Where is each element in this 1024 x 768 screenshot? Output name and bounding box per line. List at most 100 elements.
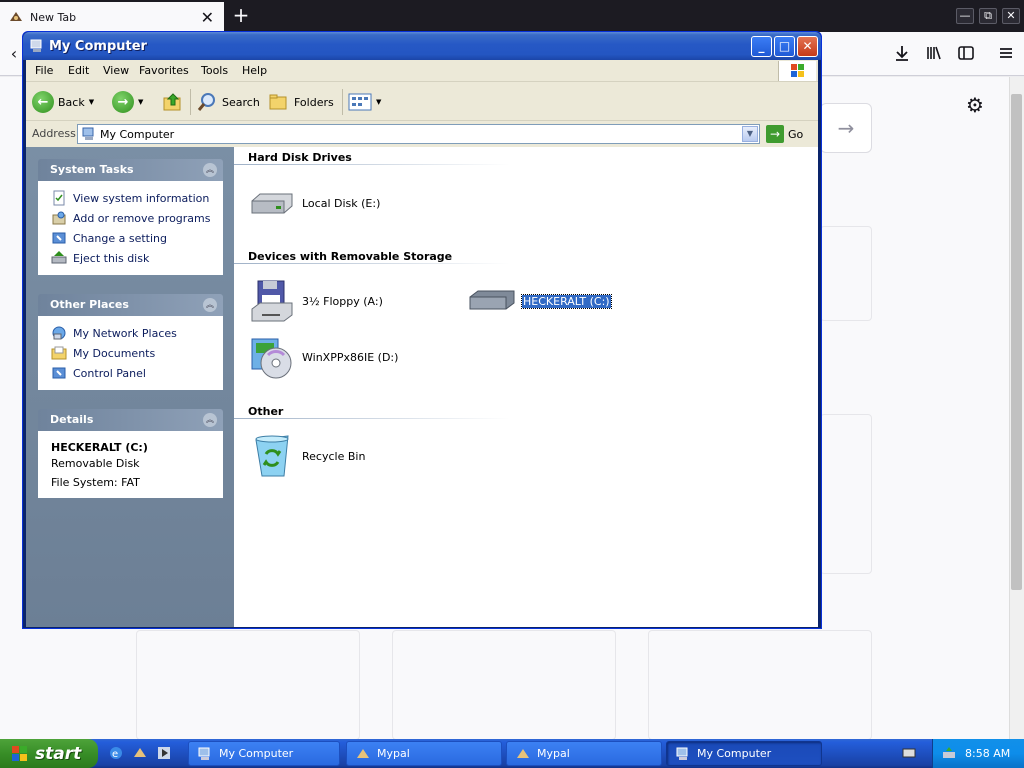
menu-file[interactable]: File bbox=[35, 64, 53, 77]
address-label: Address bbox=[32, 127, 76, 140]
task-link-add-remove-programs[interactable]: Add or remove programs bbox=[51, 208, 222, 228]
collapse-chevron-icon[interactable]: ︽ bbox=[203, 163, 217, 177]
safely-remove-hardware-icon[interactable] bbox=[941, 746, 957, 762]
window-maximize-button[interactable]: □ bbox=[774, 36, 795, 57]
system-tasks-body: View system information Add or remove pr… bbox=[38, 181, 223, 275]
drive-cdrom-d[interactable]: WinXPPx86IE (D:) bbox=[248, 333, 398, 381]
search-label: Search bbox=[222, 95, 260, 109]
back-button[interactable]: ← Back ▼ bbox=[32, 87, 94, 117]
start-button[interactable]: start bbox=[0, 739, 98, 768]
search-button[interactable]: Search bbox=[196, 87, 260, 117]
topsite-card[interactable] bbox=[136, 630, 360, 740]
window-minimize-button[interactable]: _ bbox=[751, 36, 772, 57]
mypal-favicon-icon bbox=[8, 9, 24, 25]
drive-label-selected: HECKERALT (C:) bbox=[521, 293, 612, 309]
views-icon bbox=[348, 93, 372, 111]
forward-dropdown-icon[interactable]: ▼ bbox=[138, 98, 143, 106]
folders-button[interactable]: Folders bbox=[268, 87, 334, 117]
section-other: Other bbox=[248, 405, 284, 418]
internet-explorer-icon[interactable]: e bbox=[108, 745, 124, 761]
details-header[interactable]: Details ︽ bbox=[38, 409, 223, 431]
topsite-card[interactable] bbox=[392, 630, 616, 740]
mypal-icon[interactable] bbox=[132, 745, 148, 761]
window-close-button[interactable]: ✕ bbox=[797, 36, 818, 57]
forward-arrow-icon: → bbox=[112, 91, 134, 113]
hamburger-menu-icon[interactable] bbox=[996, 44, 1016, 64]
download-icon[interactable] bbox=[892, 44, 912, 64]
browser-minimize-button[interactable]: — bbox=[956, 8, 974, 24]
up-folder-button[interactable] bbox=[162, 87, 184, 117]
task-link-view-system-info[interactable]: View system information bbox=[51, 188, 222, 208]
taskbar: start e My Computer Mypal Mypal My Compu… bbox=[0, 739, 1024, 768]
back-dropdown-icon[interactable]: ▼ bbox=[89, 98, 94, 106]
drive-heckeralt-c[interactable]: HECKERALT (C:) bbox=[468, 277, 612, 325]
browser-tab[interactable]: New Tab ✕ bbox=[0, 2, 224, 32]
section-divider bbox=[234, 164, 510, 165]
browser-scroll-thumb[interactable] bbox=[1011, 94, 1022, 590]
place-link-network-places[interactable]: My Network Places bbox=[51, 323, 222, 343]
folders-icon bbox=[269, 94, 287, 110]
topsite-card[interactable] bbox=[820, 414, 872, 574]
topsite-card[interactable] bbox=[820, 226, 872, 321]
toolbar-separator bbox=[342, 89, 343, 115]
browser-back-icon[interactable]: ‹ bbox=[4, 44, 24, 64]
menu-help[interactable]: Help bbox=[242, 64, 267, 77]
my-computer-icon bbox=[675, 746, 691, 762]
drive-label: 3½ Floppy (A:) bbox=[302, 294, 383, 308]
taskbar-button-mypal[interactable]: Mypal bbox=[506, 741, 662, 766]
collapse-chevron-icon[interactable]: ︽ bbox=[203, 413, 217, 427]
mypal-icon bbox=[355, 746, 371, 762]
taskbar-button-mypal[interactable]: Mypal bbox=[346, 741, 502, 766]
task-link-label: Add or remove programs bbox=[73, 211, 211, 225]
system-tasks-header[interactable]: System Tasks ︽ bbox=[38, 159, 223, 181]
go-button[interactable]: → Go bbox=[766, 124, 803, 144]
address-field[interactable]: My Computer ▼ bbox=[77, 124, 760, 144]
taskbar-button-my-computer[interactable]: My Computer bbox=[188, 741, 340, 766]
menu-tools[interactable]: Tools bbox=[201, 64, 228, 77]
recycle-bin[interactable]: Recycle Bin bbox=[248, 432, 365, 480]
keyboard-icon[interactable] bbox=[902, 746, 916, 760]
address-dropdown-icon[interactable]: ▼ bbox=[742, 126, 758, 142]
browser-restore-button[interactable]: ⧉ bbox=[979, 8, 997, 24]
collapse-chevron-icon[interactable]: ︽ bbox=[203, 298, 217, 312]
place-link-control-panel[interactable]: Control Panel bbox=[51, 363, 222, 383]
menu-edit[interactable]: Edit bbox=[68, 64, 89, 77]
new-tab-button[interactable]: + bbox=[230, 4, 252, 26]
drive-local-disk-e[interactable]: Local Disk (E:) bbox=[248, 179, 380, 227]
recycle-bin-label: Recycle Bin bbox=[302, 449, 366, 463]
my-computer-window: My Computer _ □ ✕ File Edit View Favorit… bbox=[22, 31, 822, 629]
section-removable-storage: Devices with Removable Storage bbox=[248, 250, 453, 263]
clock[interactable]: 8:58 AM bbox=[965, 747, 1010, 760]
floppy-drive-icon bbox=[248, 277, 296, 325]
drive-floppy-a[interactable]: 3½ Floppy (A:) bbox=[248, 277, 383, 325]
menu-favorites[interactable]: Favorites bbox=[139, 64, 189, 77]
tab-close-icon[interactable]: ✕ bbox=[201, 8, 214, 27]
task-link-eject-disk[interactable]: Eject this disk bbox=[51, 248, 222, 268]
control-panel-icon bbox=[51, 230, 67, 246]
standard-toolbar: ← Back ▼ → ▼ Search Folders ▼ bbox=[26, 83, 818, 121]
other-places-header[interactable]: Other Places ︽ bbox=[38, 294, 223, 316]
menu-view[interactable]: View bbox=[103, 64, 129, 77]
tab-title: New Tab bbox=[30, 10, 77, 24]
back-label: Back bbox=[58, 95, 85, 109]
taskbar-button-my-computer-active[interactable]: My Computer bbox=[666, 741, 822, 766]
system-info-icon bbox=[51, 190, 67, 206]
my-documents-icon bbox=[51, 345, 67, 361]
sidebar-icon[interactable] bbox=[956, 44, 976, 64]
task-link-label: View system information bbox=[73, 191, 210, 205]
library-icon[interactable] bbox=[924, 44, 944, 64]
search-go-arrow-icon[interactable]: → bbox=[820, 103, 872, 153]
views-dropdown-icon[interactable]: ▼ bbox=[376, 98, 381, 106]
gear-icon[interactable]: ⚙ bbox=[966, 93, 984, 117]
topsite-card[interactable] bbox=[648, 630, 872, 740]
place-link-my-documents[interactable]: My Documents bbox=[51, 343, 222, 363]
views-button[interactable]: ▼ bbox=[348, 87, 381, 117]
taskbar-button-label: Mypal bbox=[377, 747, 410, 760]
task-link-change-setting[interactable]: Change a setting bbox=[51, 228, 222, 248]
system-tasks-title: System Tasks bbox=[50, 163, 134, 176]
browser-close-button[interactable]: ✕ bbox=[1002, 8, 1020, 24]
media-player-icon[interactable] bbox=[156, 745, 172, 761]
window-titlebar[interactable]: My Computer _ □ ✕ bbox=[23, 32, 821, 60]
address-value: My Computer bbox=[100, 127, 175, 141]
forward-button[interactable]: → ▼ bbox=[112, 87, 143, 117]
